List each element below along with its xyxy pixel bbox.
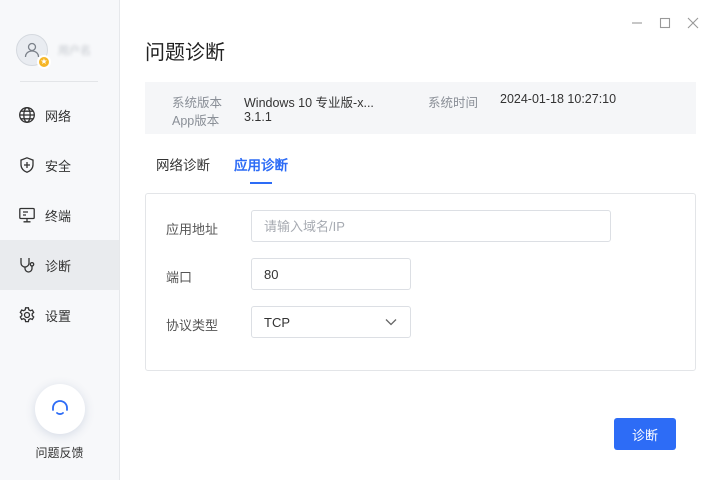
- os-version-value: Windows 10 专业版-x...: [244, 96, 374, 110]
- stethoscope-icon: [17, 255, 37, 275]
- window-controls: [630, 16, 700, 30]
- sidebar-item-network[interactable]: 网络: [0, 90, 119, 140]
- system-time-value: 2024-01-18 10:27:10: [500, 92, 617, 106]
- protocol-selected-value: TCP: [264, 314, 290, 330]
- page-title: 问题诊断: [145, 42, 225, 64]
- maximize-icon[interactable]: [658, 16, 672, 30]
- user-name: 用户名: [58, 45, 91, 57]
- avatar[interactable]: ★: [16, 34, 51, 69]
- os-version-label: 系统版本: [172, 96, 223, 110]
- system-info-panel: 系统版本 Windows 10 专业版-x... 系统时间 2024-01-18…: [145, 82, 696, 134]
- tab-app-diagnosis[interactable]: 应用诊断: [234, 154, 288, 184]
- feedback-button[interactable]: [34, 384, 85, 434]
- sidebar-item-security[interactable]: 安全: [0, 140, 119, 190]
- minimize-icon[interactable]: [630, 16, 644, 30]
- vip-badge-icon: ★: [37, 55, 51, 69]
- monitor-icon: [17, 205, 37, 225]
- app-diagnosis-form: 应用地址 端口 协议类型 TCP: [145, 193, 696, 371]
- sidebar-item-settings[interactable]: 设置: [0, 290, 119, 340]
- sidebar-item-diagnosis[interactable]: 诊断: [0, 240, 119, 290]
- port-input[interactable]: [251, 258, 411, 290]
- globe-icon: [17, 105, 37, 125]
- sidebar: ★ 用户名 网络 安全 终端 诊断 设置 问题反馈: [0, 0, 120, 480]
- system-time-label: 系统时间: [428, 96, 479, 110]
- sidebar-item-label: 安全: [45, 158, 72, 174]
- shield-icon: [17, 155, 37, 175]
- sidebar-item-label: 网络: [45, 108, 72, 124]
- sidebar-item-terminal[interactable]: 终端: [0, 190, 119, 240]
- feedback-section: 问题反馈: [0, 384, 119, 461]
- chevron-down-icon: [385, 319, 397, 326]
- diagnose-button[interactable]: 诊断: [614, 418, 676, 450]
- user-profile[interactable]: ★ 用户名: [16, 32, 112, 69]
- port-label: 端口: [166, 270, 193, 285]
- protocol-select[interactable]: TCP: [251, 306, 411, 338]
- sidebar-nav: 网络 安全 终端 诊断 设置: [0, 90, 119, 340]
- address-input[interactable]: [251, 210, 611, 242]
- sidebar-divider: [20, 81, 98, 82]
- sidebar-item-label: 设置: [45, 308, 72, 324]
- diagnosis-tabs: 网络诊断 应用诊断: [156, 154, 288, 184]
- app-version-value: 3.1.1: [244, 110, 272, 124]
- close-icon[interactable]: [686, 16, 700, 30]
- sidebar-item-label: 诊断: [45, 258, 72, 274]
- app-version-label: App版本: [172, 114, 220, 128]
- address-label: 应用地址: [166, 222, 219, 237]
- protocol-label: 协议类型: [166, 318, 219, 333]
- gear-icon: [17, 305, 37, 325]
- headset-icon: [51, 400, 68, 415]
- feedback-label: 问题反馈: [35, 446, 84, 460]
- tab-network-diagnosis[interactable]: 网络诊断: [156, 154, 210, 184]
- sidebar-item-label: 终端: [45, 208, 72, 224]
